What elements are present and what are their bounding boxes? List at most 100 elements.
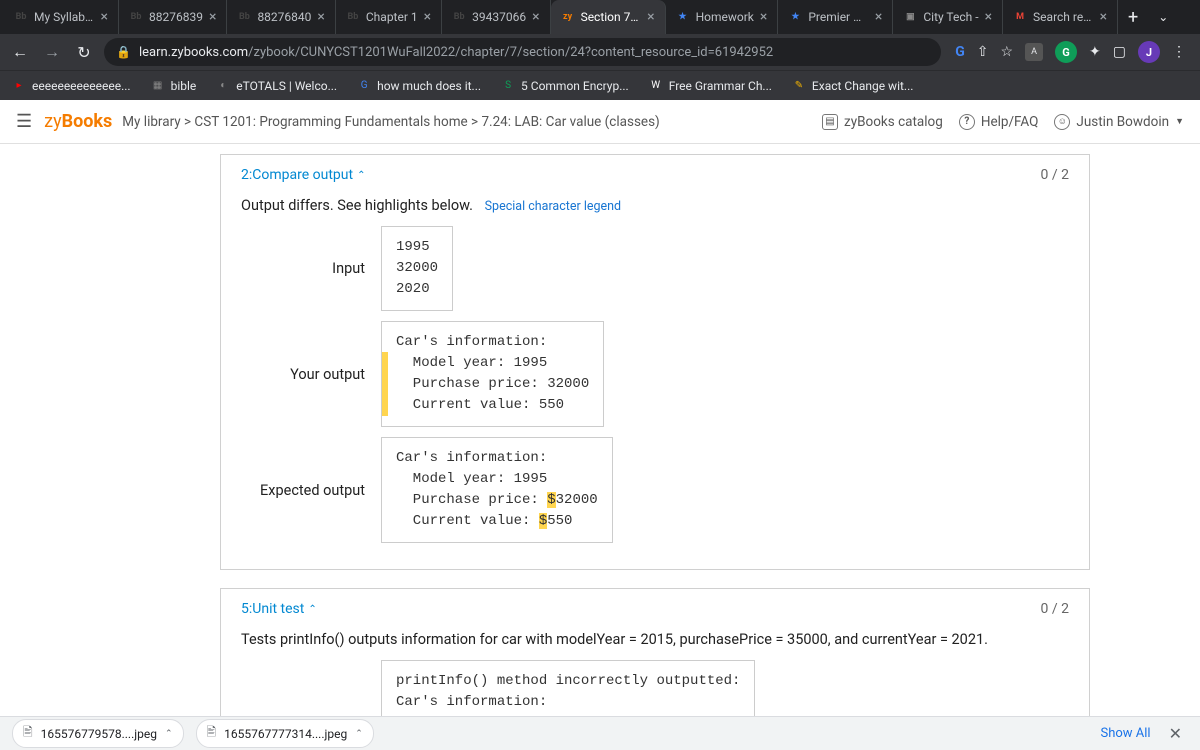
bookmark-label: Exact Change wit... (812, 79, 914, 93)
download-item-1[interactable]: 🖹 165576779578....jpeg ⌃ (12, 719, 184, 748)
tab-close-icon[interactable]: × (209, 9, 216, 25)
window-icon[interactable]: ▢ (1113, 44, 1126, 60)
tab-close-icon[interactable]: × (985, 9, 992, 25)
tab-close-icon[interactable]: × (317, 9, 324, 25)
catalog-icon: ▤ (822, 114, 838, 130)
tab-title: Premier Me (808, 10, 869, 24)
tab-close-icon[interactable]: × (101, 9, 108, 25)
extensions-puzzle-icon[interactable]: ✦ (1089, 44, 1101, 60)
bookmark-label: 5 Common Encryp... (521, 79, 629, 93)
back-button[interactable]: ← (8, 38, 32, 66)
tab-favicon: ★ (788, 10, 802, 24)
kebab-menu-icon[interactable]: ⋮ (1172, 44, 1186, 60)
bookmark-label: how much does it... (377, 79, 481, 93)
tab-close-icon[interactable]: × (532, 9, 539, 25)
download-item-2[interactable]: 🖹 1655767777314....jpeg ⌃ (196, 719, 374, 748)
extension-icon-2[interactable]: G (1055, 41, 1077, 63)
tab-close-icon[interactable]: × (760, 9, 767, 25)
tab-favicon: ★ (676, 10, 690, 24)
special-char-legend-link[interactable]: Special character legend (485, 199, 621, 214)
bookmarks-bar: ▸ eeeeeeeeeeeeee... ▦ bible ◐eTOTALS | Welco… (0, 70, 1200, 100)
expected-output-label: Expected output (241, 482, 381, 499)
test-2-toggle[interactable]: 2:Compare output ⌃ (241, 167, 365, 183)
bookmark-item[interactable]: ▸ eeeeeeeeeeeeee... (12, 79, 131, 93)
zybooks-logo[interactable]: zyBooks (44, 111, 112, 132)
bookmark-item[interactable]: S 5 Common Encryp... (501, 79, 629, 93)
bookmark-label: eeeeeeeeeeeeee... (32, 79, 131, 93)
file-icon: 🖹 (207, 723, 217, 744)
hamburger-menu-icon[interactable]: ☰ (16, 111, 32, 132)
user-menu[interactable]: ☺Justin Bowdoin ▼ (1054, 114, 1184, 130)
bookmark-item[interactable]: ✎ Exact Change wit... (792, 79, 914, 93)
url-input[interactable]: 🔒 learn.zybooks.com/zybook/CUNYCST1201Wu… (104, 38, 941, 66)
bookmark-item[interactable]: WFree Grammar Ch... (649, 79, 772, 93)
browser-tab[interactable]: BbChapter 1× (336, 0, 442, 34)
chevron-up-icon: ⌃ (165, 729, 173, 739)
chevron-up-icon: ⌃ (308, 604, 316, 615)
bookmark-label: Free Grammar Ch... (669, 79, 772, 93)
tab-close-icon[interactable]: × (1100, 9, 1107, 25)
tab-title: Section 7.24 (581, 10, 642, 24)
bookmark-label: bible (171, 79, 197, 93)
reload-button[interactable]: ↻ (72, 39, 96, 66)
new-tab-button[interactable]: + (1118, 7, 1148, 28)
browser-tab[interactable]: Bb88276840× (227, 0, 335, 34)
profile-avatar[interactable]: J (1138, 41, 1160, 63)
show-all-downloads[interactable]: Show All (1101, 726, 1151, 741)
download-filename: 1655767777314....jpeg (224, 727, 347, 741)
chevron-up-icon: ⌃ (357, 170, 365, 181)
bookmark-star-icon[interactable]: ☆ (1000, 44, 1013, 60)
your-output-label: Your output (241, 366, 381, 383)
tab-favicon: Bb (452, 10, 466, 24)
url-domain: learn.zybooks.com (139, 45, 248, 60)
test-5-description: Tests printInfo() outputs information fo… (241, 631, 1069, 648)
tab-close-icon[interactable]: × (647, 9, 654, 25)
forward-button[interactable]: → (40, 38, 64, 66)
bookmark-favicon: S (501, 79, 515, 93)
test-5-score: 0 / 2 (1041, 601, 1069, 617)
bookmark-favicon: ▸ (12, 79, 26, 93)
help-link[interactable]: ?Help/FAQ (959, 114, 1039, 130)
tab-favicon: Bb (237, 10, 251, 24)
browser-tab[interactable]: ★ Premier Me × (778, 0, 893, 34)
browser-tab[interactable]: zy Section 7.24 × (551, 0, 666, 34)
catalog-link[interactable]: ▤zyBooks catalog (822, 114, 943, 130)
google-icon[interactable]: G (955, 44, 965, 60)
tab-dropdown-button[interactable]: ⌄ (1148, 10, 1178, 24)
browser-tab[interactable]: Bb39437066× (442, 0, 550, 34)
browser-tab[interactable]: BbMy Syllabus× (4, 0, 119, 34)
browser-tab[interactable]: Bb88276839× (119, 0, 227, 34)
downloads-bar: 🖹 165576779578....jpeg ⌃ 🖹 1655767777314… (0, 716, 1200, 750)
browser-tab[interactable]: M Search resu × (1003, 0, 1118, 34)
url-path: /zybook/CUNYCST1201WuFall2022/chapter/7/… (248, 45, 773, 60)
input-label: Input (241, 260, 381, 277)
bookmark-label: eTOTALS | Welco... (236, 79, 337, 93)
chevron-down-icon: ▼ (1175, 116, 1184, 127)
share-icon[interactable]: ⇧ (977, 44, 989, 60)
tab-close-icon[interactable]: × (875, 9, 882, 25)
chevron-up-icon: ⌃ (355, 729, 363, 739)
bookmark-favicon: G (357, 79, 371, 93)
tab-favicon: Bb (14, 10, 28, 24)
browser-tab[interactable]: ★Homework× (666, 0, 779, 34)
close-downloads-bar[interactable]: ✕ (1163, 724, 1188, 743)
tab-close-icon[interactable]: × (424, 9, 431, 25)
browser-tab[interactable]: ▣City Tech -× (893, 0, 1003, 34)
test-5-unit-test: 5:Unit test ⌃ 0 / 2 Tests printInfo() ou… (220, 588, 1090, 716)
your-output-box: Car's information: Model year: 1995 Purc… (381, 321, 604, 427)
bookmark-item[interactable]: ▦ bible (151, 79, 197, 93)
person-icon: ☺ (1054, 114, 1070, 130)
lock-icon: 🔒 (116, 45, 131, 59)
bookmark-item[interactable]: ◐eTOTALS | Welco... (216, 79, 337, 93)
tab-favicon: zy (561, 10, 575, 24)
bookmark-favicon: ▦ (151, 79, 165, 93)
tab-favicon: M (1013, 10, 1027, 24)
bookmark-item[interactable]: Ghow much does it... (357, 79, 481, 93)
tab-title: Search resu (1033, 10, 1094, 24)
browser-chrome: BbMy Syllabus×Bb88276839×Bb88276840×BbCh… (0, 0, 1200, 100)
breadcrumb[interactable]: My library > CST 1201: Programming Funda… (122, 114, 822, 130)
extension-icon-1[interactable]: A (1025, 43, 1043, 61)
test-5-toggle[interactable]: 5:Unit test ⌃ (241, 601, 317, 617)
test-2-score: 0 / 2 (1041, 167, 1069, 183)
bookmark-favicon: ✎ (792, 79, 806, 93)
